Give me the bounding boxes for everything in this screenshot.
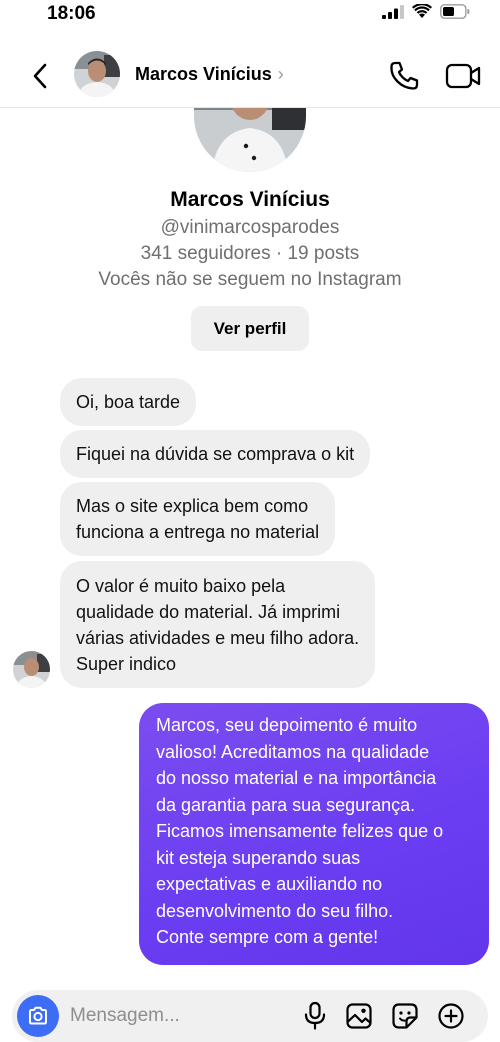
cellular-signal-icon <box>382 4 404 19</box>
message-line: da garantia para sua segurança. <box>156 794 416 815</box>
avatar-image <box>13 651 50 688</box>
plus-circle-icon <box>438 1003 464 1029</box>
sticker-icon <box>392 1003 418 1029</box>
chat-header: Marcos Vinícius › <box>0 44 500 108</box>
message-line: várias atividades e meu filho adora. <box>76 627 360 648</box>
header-avatar[interactable] <box>74 51 120 97</box>
message-bubble-incoming[interactable]: O valor é muito baixo pela qualidade do … <box>60 561 376 688</box>
profile-name: Marcos Vinícius <box>170 188 330 211</box>
phone-icon <box>390 61 419 90</box>
voice-message-button[interactable] <box>299 1000 331 1032</box>
profile-username: @vinimarcosparodes <box>160 217 340 238</box>
message-input[interactable] <box>70 1000 290 1032</box>
message-line: Marcos, seu depoimento é muito <box>156 715 418 735</box>
message-line: Ficamos imensamente felizes que o <box>156 821 444 841</box>
voice-call-button[interactable] <box>386 58 422 94</box>
message-line: Conte sempre com a gente! <box>156 927 379 947</box>
chevron-right-icon: › <box>277 64 284 84</box>
message-text: Fiquei na dúvida se comprava o kit <box>76 444 355 464</box>
profile-stats: 341 seguidores · 19 posts <box>140 243 360 264</box>
video-call-button[interactable] <box>444 58 482 94</box>
camera-button[interactable] <box>17 995 59 1037</box>
image-icon <box>346 1003 372 1029</box>
message-line: kit esteja superando suas <box>156 847 361 868</box>
view-profile-button[interactable]: Ver perfil <box>191 306 309 351</box>
message-bubble-incoming[interactable]: Fiquei na dúvida se comprava o kit <box>60 430 371 478</box>
status-time: 18:06 <box>47 3 96 24</box>
message-text: Oi, boa tarde <box>76 392 181 412</box>
message-line: Super indico <box>76 653 177 674</box>
avatar-image <box>74 51 120 97</box>
wifi-icon <box>412 4 432 18</box>
message-bubble-incoming[interactable]: Mas o site explica bem como funciona a e… <box>60 482 336 556</box>
message-bubble-incoming[interactable]: Oi, boa tarde <box>60 378 197 426</box>
follow-status: Vocês não se seguem no Instagram <box>98 269 402 290</box>
sender-avatar[interactable] <box>13 651 50 688</box>
header-contact-name[interactable]: Marcos Vinícius › <box>135 64 284 85</box>
header-name-text: Marcos Vinícius <box>135 64 272 84</box>
message-composer <box>12 990 488 1042</box>
microphone-icon <box>304 1001 326 1030</box>
message-line: do nosso material e na importância <box>156 768 437 788</box>
status-icons <box>382 4 470 19</box>
message-line: expectativas e auxiliando no <box>156 874 383 894</box>
video-camera-icon <box>445 63 481 89</box>
more-options-button[interactable] <box>435 1000 467 1032</box>
gallery-button[interactable] <box>343 1000 375 1032</box>
message-line: funciona a entrega no material <box>76 522 320 542</box>
status-bar: 18:06 <box>0 0 500 30</box>
chevron-left-icon <box>33 63 47 89</box>
message-line: valioso! Acreditamos na qualidade <box>156 741 430 762</box>
back-button[interactable] <box>26 60 54 92</box>
message-line: desenvolvimento do seu filho. <box>156 900 394 921</box>
message-line: qualidade do material. Já imprimi <box>76 601 341 622</box>
message-bubble-outgoing[interactable]: Marcos, seu depoimento é muito valioso! … <box>139 703 489 965</box>
message-line: Mas o site explica bem como <box>76 496 309 516</box>
sticker-button[interactable] <box>389 1000 421 1032</box>
message-line: O valor é muito baixo pela <box>76 575 286 596</box>
camera-icon <box>29 1006 47 1025</box>
battery-icon <box>440 4 470 19</box>
